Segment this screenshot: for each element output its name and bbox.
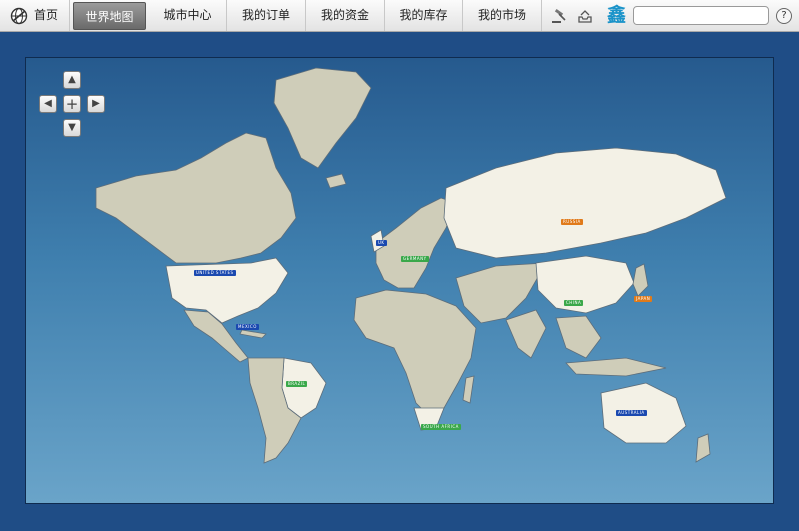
country-badge-germany[interactable]: GERMANY [401, 256, 429, 262]
nav-tab-label: 我的库存 [399, 8, 448, 22]
home-button[interactable]: 首页 [0, 0, 70, 31]
pan-right-button[interactable]: ▶ [87, 95, 105, 113]
world-map[interactable] [26, 58, 773, 503]
cuba [239, 329, 267, 339]
indonesia [565, 357, 667, 377]
nav-tab-my-orders[interactable]: 我的订单 [227, 0, 306, 31]
japan [632, 263, 649, 297]
europe [375, 197, 457, 289]
country-badge-label: CHINA [566, 300, 582, 305]
new-zealand [695, 433, 711, 463]
nav-tab-label: 我的订单 [241, 8, 290, 22]
pan-down-button[interactable]: ▼ [63, 119, 81, 137]
russia [443, 147, 727, 259]
globe-icon [10, 7, 28, 25]
inbox-icon[interactable] [577, 8, 593, 24]
top-navigation-bar: 首页 世界地图 城市中心 我的订单 我的资金 我的库存 我的市场 鑫 ? [0, 0, 799, 32]
country-badge-label: JAPAN [636, 296, 651, 301]
nav-tab-my-inventory[interactable]: 我的库存 [385, 0, 463, 31]
country-badge-japan[interactable]: JAPAN [634, 296, 653, 302]
country-badge-mexico[interactable]: MEXICO [236, 324, 259, 330]
country-badge-uk[interactable]: UK [376, 240, 387, 246]
pan-up-button[interactable]: ▲ [63, 71, 81, 89]
madagascar [462, 375, 475, 404]
brand-logo: 鑫 [607, 4, 627, 26]
country-badge-label: MEXICO [238, 324, 257, 329]
country-badge-china[interactable]: CHINA [564, 300, 584, 306]
search-input[interactable] [633, 6, 769, 25]
nav-tab-label: 城市中心 [163, 8, 212, 22]
gavel-icon[interactable] [551, 8, 567, 24]
iceland [325, 173, 347, 189]
pan-left-button[interactable]: ◀ [39, 95, 57, 113]
country-badge-label: UNITED STATES [196, 270, 234, 275]
canada [95, 132, 297, 264]
country-badge-australia[interactable]: AUSTRALIA [616, 410, 647, 416]
southeast-asia [555, 315, 602, 359]
greenland [273, 67, 372, 169]
country-badge-south-africa[interactable]: SOUTH AFRICA [421, 424, 461, 430]
nav-tab-my-market[interactable]: 我的市场 [463, 0, 542, 31]
world-map-panel[interactable]: RUSSIA UNITED STATES CHINA JAPAN BRAZIL … [25, 57, 774, 504]
china [535, 255, 635, 314]
country-badge-label: BRAZIL [288, 381, 306, 386]
home-label: 首页 [34, 8, 59, 22]
zoom-in-button[interactable]: + [63, 95, 81, 113]
country-badge-label: AUSTRALIA [618, 410, 645, 415]
country-badge-label: RUSSIA [563, 219, 581, 224]
country-badge-label: SOUTH AFRICA [423, 424, 459, 429]
country-badge-russia[interactable]: RUSSIA [561, 219, 583, 225]
nav-tab-label: 世界地图 [85, 10, 134, 24]
nav-tab-city-center[interactable]: 城市中心 [149, 0, 227, 31]
nav-tab-label: 我的资金 [320, 8, 369, 22]
country-badge-brazil[interactable]: BRAZIL [286, 381, 308, 387]
india [505, 309, 547, 359]
nav-tab-world-map[interactable]: 世界地图 [73, 2, 146, 30]
help-icon[interactable]: ? [776, 8, 792, 24]
country-badge-united-states[interactable]: UNITED STATES [194, 270, 236, 276]
nav-tab-my-funds[interactable]: 我的资金 [306, 0, 385, 31]
country-badge-label: UK [378, 240, 385, 245]
united-states [165, 257, 289, 324]
nav-tab-label: 我的市场 [477, 8, 526, 22]
country-badge-label: GERMANY [403, 256, 427, 261]
africa [353, 289, 477, 419]
